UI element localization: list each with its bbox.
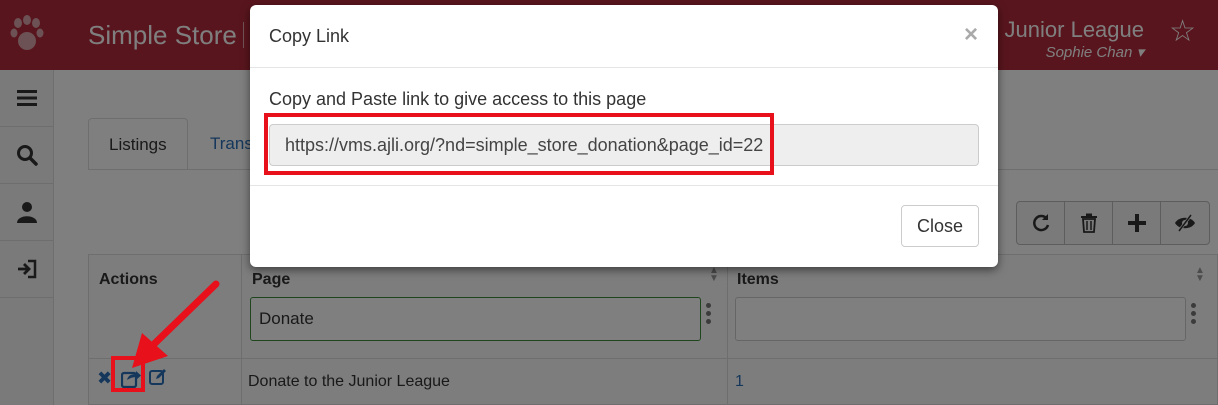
modal-footer-divider	[250, 185, 998, 186]
modal-title: Copy Link	[269, 26, 350, 46]
annotation-highlight-box	[264, 113, 774, 175]
annotation-arrow	[132, 280, 220, 368]
close-button[interactable]: Close	[901, 205, 979, 247]
modal-instructions: Copy and Paste link to give access to th…	[269, 89, 647, 109]
modal-header-divider	[250, 67, 998, 68]
copy-link-modal: Copy Link × Copy and Paste link to give …	[250, 5, 998, 267]
close-icon[interactable]: ×	[964, 21, 978, 49]
